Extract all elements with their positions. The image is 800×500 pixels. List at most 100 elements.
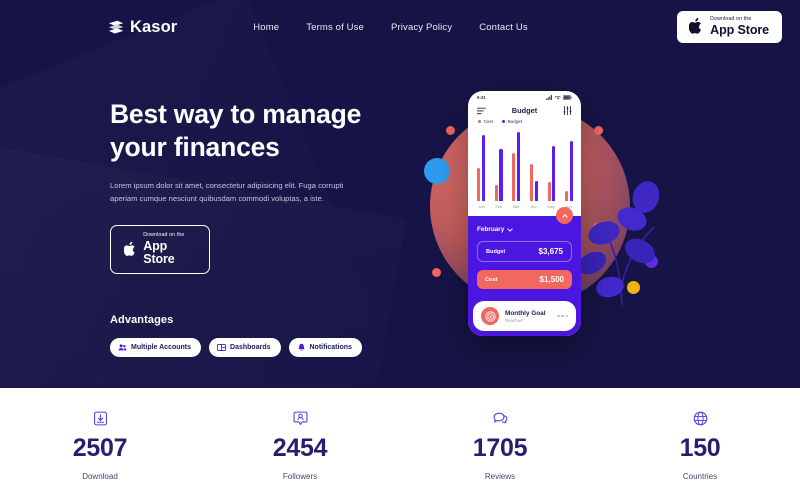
chart-x-label: May	[547, 204, 555, 209]
appstore-small-label: Download on the	[710, 15, 752, 22]
chart-bar-cost	[565, 190, 569, 201]
chart-x-label: Apr	[530, 204, 537, 209]
budget-row-label: Cost	[485, 276, 498, 283]
chart-bar-group	[547, 129, 556, 201]
dashboard-icon	[217, 344, 226, 352]
stat-value: 1705	[472, 433, 528, 462]
legend-label: Budget	[507, 119, 523, 124]
chart-legend: Cost Budget	[468, 117, 581, 124]
chart-bar-cost	[547, 182, 551, 201]
stat-download: 2507 Download	[0, 408, 200, 481]
monthly-goal-card[interactable]: Monthly Goal Reached	[473, 301, 576, 331]
stat-label: Followers	[282, 471, 318, 481]
stat-label: Reviews	[484, 471, 516, 481]
budget-row-value: $1,500	[539, 275, 564, 284]
advantages-title: Advantages	[110, 314, 174, 327]
phone-app-title: Budget	[511, 106, 538, 115]
hero-content: Best way to manage your finances Lorem i…	[110, 98, 410, 358]
advantage-pill-multiple-accounts[interactable]: Multiple Accounts	[110, 338, 202, 358]
status-time: 9:41	[477, 95, 486, 100]
apple-icon	[124, 241, 135, 257]
header-appstore-button[interactable]: Download on the App Store	[677, 10, 782, 44]
chart-x-label: Jan	[478, 204, 485, 209]
chart-bar-budget	[499, 149, 503, 201]
apple-icon	[689, 18, 702, 35]
phone-budget-panel: February Budget $3,675 Cost $1,500 Month…	[468, 207, 581, 336]
chart-bar-cost	[529, 163, 534, 201]
decor-red-dot	[432, 268, 441, 277]
chart-bar-group	[529, 129, 538, 201]
appstore-big-label: App Store	[710, 22, 769, 37]
advantages-list: Multiple Accounts Dashboards Notificatio…	[110, 338, 410, 358]
download-box-icon	[0, 408, 200, 430]
chat-icon	[400, 408, 600, 430]
hero-title-line-2: your finances	[110, 132, 280, 163]
legend-label: Cost	[483, 119, 493, 124]
stat-label: Download	[82, 471, 118, 481]
battery-icon	[563, 95, 572, 100]
chart-bar-group	[565, 129, 573, 201]
brand-name: Kasor	[130, 17, 178, 36]
hero-subtitle: Lorem ipsum dolor sit amet, consectetur …	[110, 180, 344, 204]
budget-row-value: $3,675	[538, 247, 563, 256]
person-pin-icon	[200, 408, 400, 430]
chevron-up-icon	[561, 213, 568, 218]
month-selector[interactable]: February	[477, 226, 572, 233]
chart-bar-cost	[494, 185, 498, 201]
hero-title-line-1: Best way to manage	[110, 99, 362, 129]
hero-section: Kasor Home Terms of Use Privacy Policy C…	[0, 0, 800, 388]
stats-section: 2507 Download 2454 Followers 1705 Review…	[0, 388, 800, 500]
status-icons	[546, 95, 572, 100]
nav-item-home[interactable]: Home	[253, 22, 279, 33]
chart-bar-cost	[477, 167, 481, 201]
budget-row-label: Budget	[486, 248, 506, 255]
stat-value: 150	[679, 433, 721, 462]
phone-app-header: Budget	[468, 101, 581, 117]
chart-x-label: Mar	[512, 204, 520, 209]
advantage-pill-label: Multiple Accounts	[131, 344, 192, 352]
hamburger-icon[interactable]	[477, 107, 486, 115]
goal-title: Monthly Goal	[505, 309, 546, 317]
more-dots-icon[interactable]	[557, 314, 568, 318]
goal-subtitle: Reached	[505, 317, 523, 323]
appstore-big-label: App Store	[143, 239, 175, 266]
nav-item-terms[interactable]: Terms of Use	[306, 22, 364, 33]
phone-mockup: 9:41 Budget Cost Budget Jan Feb Mar Apr …	[468, 91, 581, 336]
hero-appstore-button[interactable]: Download on the App Store	[110, 225, 210, 275]
chart-bar-budget	[534, 180, 538, 201]
budget-row-cost[interactable]: Cost $1,500	[477, 270, 572, 289]
chart-bar-group	[512, 129, 521, 201]
site-header: Kasor Home Terms of Use Privacy Policy C…	[0, 0, 800, 54]
users-icon	[118, 344, 127, 351]
budget-row-budget[interactable]: Budget $3,675	[477, 241, 572, 262]
stat-value: 2507	[72, 433, 128, 462]
main-nav: Home Terms of Use Privacy Policy Contact…	[253, 22, 527, 33]
sliders-icon[interactable]	[563, 106, 572, 115]
advantage-pill-dashboards[interactable]: Dashboards	[209, 338, 281, 358]
budget-bar-chart	[477, 129, 573, 201]
stat-reviews: 1705 Reviews	[400, 408, 600, 481]
nav-item-contact[interactable]: Contact Us	[479, 22, 528, 33]
collapse-fab-button[interactable]	[556, 207, 573, 224]
nav-item-privacy[interactable]: Privacy Policy	[391, 22, 452, 33]
target-icon	[481, 307, 499, 325]
chart-bar-budget	[481, 134, 485, 201]
decor-blue-dot	[424, 158, 450, 184]
globe-icon	[600, 408, 800, 430]
stat-countries: 150 Countries	[600, 408, 800, 481]
landing-page: Kasor Home Terms of Use Privacy Policy C…	[0, 0, 800, 500]
legend-item-cost: Cost	[478, 119, 493, 124]
layers-arrow-icon	[108, 20, 124, 33]
brand-logo[interactable]: Kasor	[108, 18, 177, 37]
stat-followers: 2454 Followers	[200, 408, 400, 481]
wifi-icon	[555, 95, 561, 100]
advantage-pill-label: Dashboards	[230, 344, 271, 352]
month-selector-label: February	[477, 226, 505, 233]
page-title: Best way to manage your finances	[110, 98, 410, 165]
advantage-pill-notifications[interactable]: Notifications	[288, 338, 362, 358]
chart-bar-cost	[512, 153, 516, 201]
chart-x-label: Feb	[495, 204, 503, 209]
decor-red-dot	[594, 126, 603, 135]
legend-item-budget: Budget	[502, 119, 522, 124]
stat-label: Countries	[682, 471, 718, 481]
